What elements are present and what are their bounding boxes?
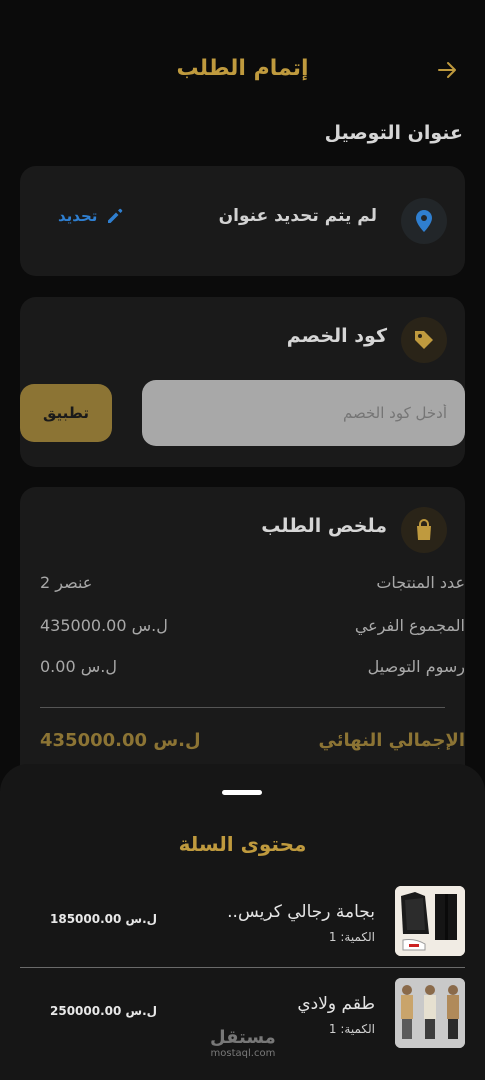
product-image	[395, 886, 465, 956]
discount-card: كود الخصم تطبيق	[20, 297, 465, 467]
location-pin-icon	[401, 198, 447, 244]
total-value: 435000.00 ل.س	[40, 730, 201, 751]
summary-row-label: عدد المنتجات	[376, 573, 465, 592]
cart-item-name: طقم ولادي	[297, 994, 375, 1014]
set-address-button[interactable]: تحديد	[58, 206, 125, 226]
watermark-brand: مستقل	[210, 1027, 276, 1048]
address-section-title: عنوان التوصيل	[324, 122, 463, 144]
apply-discount-button[interactable]: تطبيق	[20, 384, 112, 442]
watermark-domain: mostaql.com	[210, 1048, 276, 1059]
summary-row-label: المجموع الفرعي	[354, 616, 465, 635]
address-card: لم يتم تحديد عنوان تحديد	[20, 166, 465, 276]
address-status: لم يتم تحديد عنوان	[218, 206, 377, 226]
summary-title: ملخص الطلب	[261, 515, 387, 537]
summary-row-value: 0.00 ل.س	[40, 657, 117, 676]
cart-item-quantity: الكمية: 1	[328, 930, 375, 944]
summary-card: ملخص الطلب عدد المنتجات 2 عنصر المجموع ا…	[20, 487, 465, 787]
back-arrow-icon[interactable]	[435, 58, 459, 82]
set-address-label: تحديد	[58, 207, 98, 225]
summary-row-value: 435000.00 ل.س	[40, 616, 168, 635]
cart-divider	[20, 967, 465, 968]
summary-divider	[40, 707, 445, 708]
discount-code-input[interactable]	[142, 380, 465, 446]
product-image	[395, 978, 465, 1048]
summary-row-value: 2 عنصر	[40, 573, 93, 592]
shopping-bag-icon	[401, 507, 447, 553]
summary-row-label: رسوم التوصيل	[367, 657, 465, 676]
cart-item-price: 185000.00 ل.س	[50, 912, 158, 926]
tag-icon	[401, 317, 447, 363]
cart-item-quantity: الكمية: 1	[328, 1022, 375, 1036]
total-label: الإجمالي النهائي	[318, 730, 466, 751]
cart-title: محتوى السلة	[178, 832, 307, 856]
mostaql-watermark: مستقل mostaql.com	[210, 1028, 276, 1060]
discount-title: كود الخصم	[286, 325, 387, 347]
page-title: إتمام الطلب	[176, 56, 309, 81]
cart-item[interactable]: بجامة رجالي كريس.. الكمية: 1 185000.00 ل…	[20, 880, 465, 964]
cart-item-price: 250000.00 ل.س	[50, 1004, 158, 1018]
sheet-drag-handle[interactable]	[222, 790, 262, 795]
pencil-icon	[108, 208, 123, 223]
cart-item-name: بجامة رجالي كريس..	[227, 902, 375, 922]
